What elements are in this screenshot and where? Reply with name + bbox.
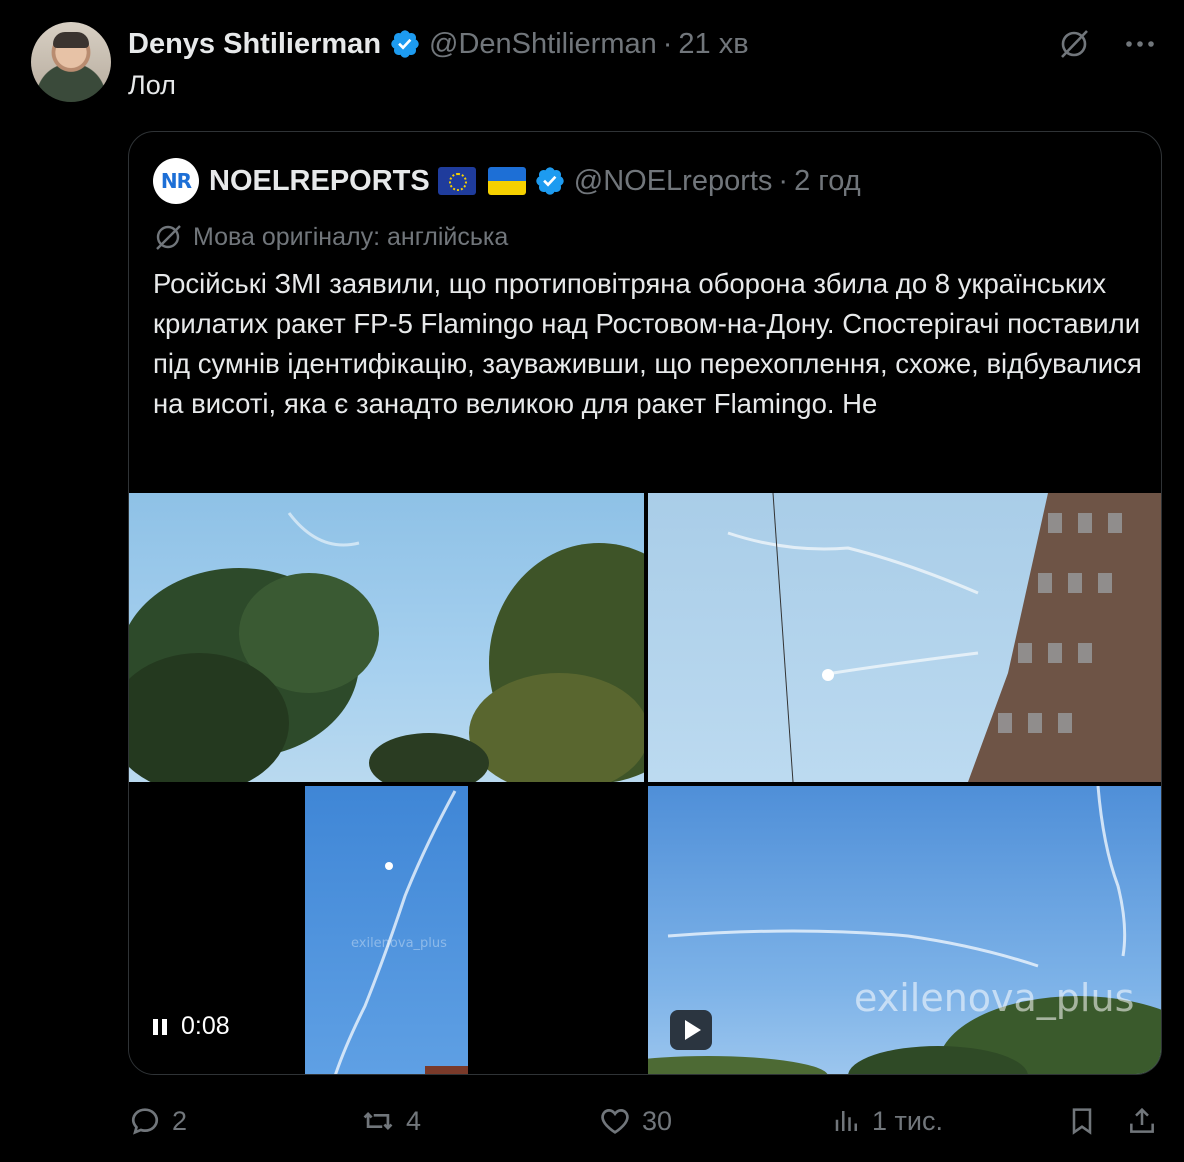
play-icon[interactable] [670, 1010, 712, 1050]
quote-time[interactable]: 2 год [794, 165, 861, 198]
post-header: Denys Shtilierman @DenShtilierman · 21 х… [128, 26, 749, 62]
grok-icon [156, 225, 181, 250]
share-button[interactable] [1126, 1098, 1158, 1144]
translation-label: Мова оригіналу: англійська [193, 222, 509, 251]
post-time[interactable]: 21 хв [678, 28, 748, 61]
video-controls: 0:08 [153, 1012, 230, 1041]
media-video-1[interactable]: exilenova_plus 0:08 [129, 786, 644, 1074]
media-grid: exilenova_plus 0:08 exilenova_plus [129, 493, 1161, 1074]
verified-badge-icon [391, 30, 419, 58]
heart-icon [601, 1109, 629, 1134]
quote-author-handle[interactable]: @NOELreports [574, 165, 773, 198]
post-top-actions [1054, 24, 1160, 64]
author-name[interactable]: Denys Shtilierman [128, 28, 381, 61]
views-button[interactable]: 1 тис. [832, 1098, 943, 1144]
repost-icon [363, 1112, 393, 1130]
quote-avatar[interactable]: NR [153, 158, 199, 204]
separator: · [662, 27, 673, 60]
avatar[interactable] [31, 22, 111, 102]
views-count: 1 тис. [872, 1105, 943, 1136]
verified-badge-icon [536, 167, 564, 195]
pause-icon[interactable] [153, 1018, 167, 1035]
translation-notice: Мова оригіналу: англійська [153, 222, 508, 252]
media-video-2[interactable]: exilenova_plus [648, 786, 1161, 1074]
bookmark-button[interactable] [1066, 1098, 1098, 1144]
quote-text: Російські ЗМІ заявили, що протиповітряна… [153, 268, 1142, 419]
media-photo-1[interactable] [129, 493, 644, 782]
quote-author-name[interactable]: NOELREPORTS [209, 165, 430, 198]
repost-count: 4 [406, 1105, 422, 1136]
views-icon [835, 1111, 857, 1131]
eu-flag-icon [437, 167, 476, 195]
grok-icon[interactable] [1054, 24, 1094, 64]
reply-button[interactable]: 2 [128, 1098, 187, 1144]
author-handle[interactable]: @DenShtilierman [429, 28, 657, 61]
share-icon [1130, 1107, 1154, 1133]
like-count: 30 [642, 1105, 673, 1136]
reply-icon [131, 1108, 159, 1135]
video-frame: exilenova_plus [305, 786, 468, 1074]
reply-count: 2 [172, 1105, 188, 1136]
media-photo-2[interactable] [648, 493, 1161, 782]
video-watermark: exilenova_plus [351, 936, 447, 951]
ukraine-flag-icon [487, 167, 526, 195]
repost-button[interactable]: 4 [360, 1098, 421, 1144]
video-watermark: exilenova_plus [854, 976, 1135, 1020]
like-button[interactable]: 30 [598, 1098, 672, 1144]
post-text: Лол [128, 70, 176, 100]
bookmark-icon [1072, 1108, 1092, 1135]
more-icon[interactable] [1120, 24, 1160, 64]
quoted-post[interactable]: NR NOELREPORTS @NOELreports · 2 год Мова… [128, 131, 1162, 1075]
action-bar: 2 4 30 1 тис. [128, 1098, 1162, 1144]
quote-header: NR NOELREPORTS @NOELreports · 2 год [153, 158, 861, 204]
separator: · [778, 164, 789, 197]
video-time: 0:08 [181, 1012, 230, 1040]
